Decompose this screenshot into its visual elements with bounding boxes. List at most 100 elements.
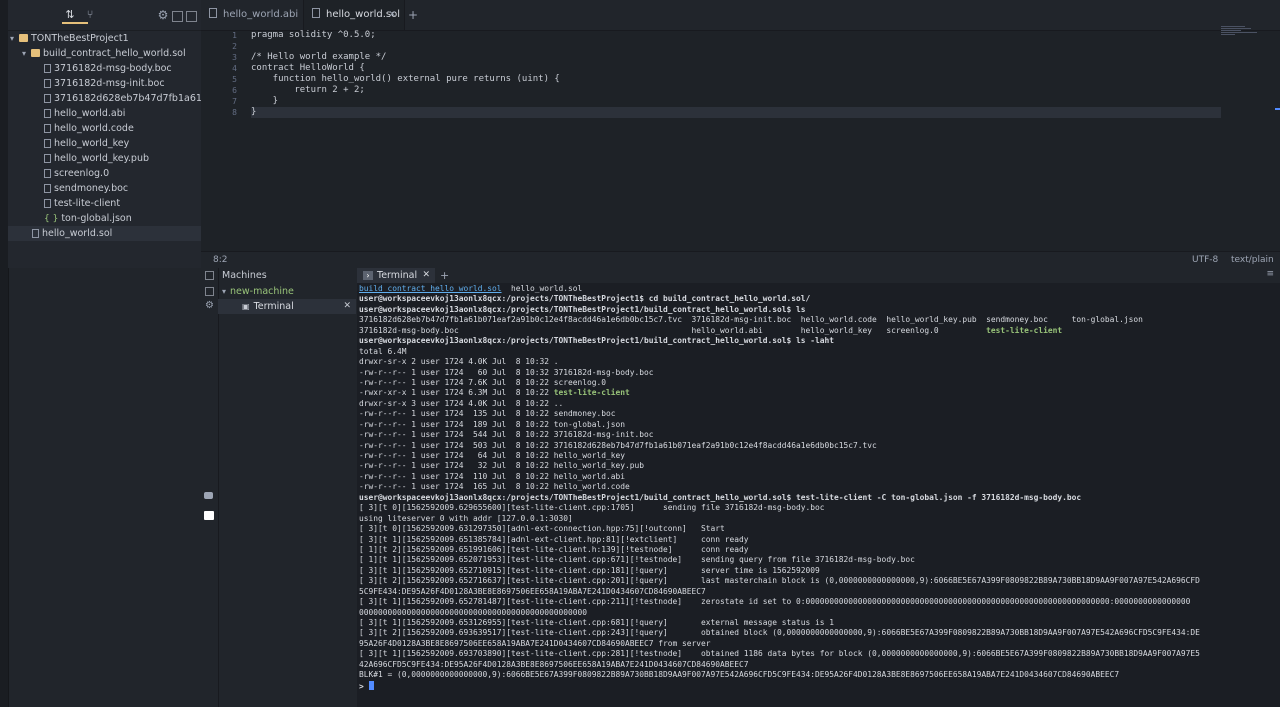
machine-item-new-machine[interactable]: ▾ new-machine [222,285,294,299]
gear-icon[interactable]: ⚙ [157,9,169,21]
terminal-text: -rwxr-xr-x 1 user 1724 6.3M Jul 8 10:22 [359,388,554,398]
terminal-text: -rw-r--r-- 1 user 1724 7.6K Jul 8 10:22 … [359,377,607,387]
tree-file[interactable]: hello_world.code [8,121,201,136]
terminal-text: user@workspaceevkoj13aonlx8qcx:/projects… [359,492,1082,502]
active-tool-indicator [62,22,88,24]
file-icon [312,8,320,18]
project-tree-icon[interactable]: ⇅ [64,9,76,21]
folder-icon [19,34,28,42]
terminal-line: user@workspaceevkoj13aonlx8qcx:/projects… [359,294,1200,304]
terminal-line: 42A696CFD5C9FE434:DE95A26F4D0128A3BE8E86… [359,660,1200,670]
tree-folder[interactable]: ▾ build_contract_hello_world.sol [8,46,201,61]
tab-hello-world-sol[interactable]: hello_world.sol ✕ [303,0,405,30]
chat-icon[interactable] [204,492,213,499]
maximize-icon[interactable] [186,11,197,22]
grammar-indicator[interactable]: text/plain [1231,252,1274,269]
machine-label: new-machine [230,286,294,297]
minimize-icon[interactable] [172,11,183,22]
code-area[interactable]: pragma solidity ^0.5.0; /* Hello world ex… [251,30,1221,118]
gear-icon[interactable]: ⚙ [205,300,214,311]
terminal-line: [ 3][t 1][1562592009.693703890][test-lit… [359,649,1200,659]
terminal-text: [ 1][t 1][1562592009.652071953][test-lit… [359,555,915,565]
terminal-text: -rw-r--r-- 1 user 1724 32 Jul 8 10:22 he… [359,461,645,471]
terminal-line: build_contract_hello_world.sol hello_wor… [359,284,1200,294]
terminal-label: Terminal [253,301,294,312]
notification-icon[interactable] [204,511,214,520]
tree-item-label: test-lite-client [54,198,121,209]
terminal-line: -rw-r--r-- 1 user 1724 189 Jul 8 10:22 t… [359,420,1200,430]
code-line: } [251,96,279,106]
tree-file[interactable]: { } ton-global.json [8,211,201,226]
terminal-text: user@workspaceevkoj13aonlx8qcx:/projects… [359,336,835,346]
encoding-indicator[interactable]: UTF-8 [1192,252,1218,269]
tree-file[interactable]: test-lite-client [8,196,201,211]
new-tab-button[interactable]: + [408,0,418,30]
terminal-line: -rwxr-xr-x 1 user 1724 6.3M Jul 8 10:22 … [359,388,1200,398]
tree-file[interactable]: hello_world.sol [8,226,201,241]
editor-status-bar: 8:2 UTF-8 text/plain [201,251,1280,269]
chevron-down-icon[interactable]: ▾ [22,46,31,61]
tree-file[interactable]: sendmoney.boc [8,181,201,196]
file-icon [209,8,217,18]
terminal-line: [ 3][t 1][1562592009.652781487][test-lit… [359,597,1200,607]
minimap[interactable] [1221,26,1277,38]
tab-terminal[interactable]: › Terminal ✕ [357,268,435,283]
terminal-line: [ 3][t 0][1562592009.629655600][test-lit… [359,503,1200,513]
terminal-line: -rw-r--r-- 1 user 1724 503 Jul 8 10:22 3… [359,441,1200,451]
tree-item-label: hello_world.sol [42,228,113,239]
tree-file[interactable]: 3716182d-msg-init.boc [8,76,201,91]
machines-panel: ⚙ Machines ▾ new-machine ▣ Terminal ✕ [201,268,358,707]
terminal-line: user@workspaceevkoj13aonlx8qcx:/projects… [359,305,1200,315]
terminal-line: -rw-r--r-- 1 user 1724 60 Jul 8 10:32 37… [359,368,1200,378]
terminal-line: -rw-r--r-- 1 user 1724 110 Jul 8 10:22 h… [359,472,1200,482]
terminal-text: [ 3][t 1][1562592009.653126955][test-lit… [359,618,835,627]
line-number: 2 [232,42,237,51]
cursor-position[interactable]: 8:2 [213,252,227,269]
close-icon[interactable]: ✕ [388,0,396,30]
close-icon[interactable]: ✕ [343,299,351,314]
tree-file[interactable]: hello_world_key.pub [8,151,201,166]
terminal-text: BLK#1 = (0,0000000000000000,9):6066BE5E6… [359,670,1120,680]
tree-file[interactable]: hello_world_key [8,136,201,151]
tree-file[interactable]: 3716182d628eb7b47d7fb1a61b071eaf2a91b0c1… [8,91,201,106]
tree-file[interactable]: screenlog.0 [8,166,201,181]
terminal-line: [ 3][t 0][1562592009.631297350][adnl-ext… [359,524,1200,534]
tree-item-label: sendmoney.boc [54,183,129,194]
terminal-line: [ 1][t 2][1562592009.651991606][test-lit… [359,545,1200,555]
tree-item-label: 3716182d628eb7b47d7fb1a61b071eaf2a91b0c1… [54,93,201,104]
terminal-text: 42A696CFD5C9FE434:DE95A26F4D0128A3BE8E86… [359,659,749,669]
code-line: /* Hello world example */ [251,52,387,62]
terminal-text: hello_world.sol [501,284,583,293]
git-branch-icon[interactable]: ⑂ [84,9,96,21]
tab-label: hello_world.abi [223,9,299,20]
tree-item-label: TONTheBestProject1 [31,33,129,44]
file-icon [44,94,51,103]
terminal-text: total 6.4M [359,346,407,356]
terminal-text: -rw-r--r-- 1 user 1724 64 Jul 8 10:22 he… [359,451,626,460]
terminal-lines: build_contract_hello_world.sol hello_wor… [359,284,1200,691]
terminal-text: [ 3][t 2][1562592009.693639517][test-lit… [359,628,1200,638]
close-icon[interactable]: ✕ [422,268,430,283]
panel-icon[interactable] [205,271,214,280]
chevron-down-icon[interactable]: ▾ [10,31,19,46]
terminal-icon: ▣ [242,302,250,311]
tree-file[interactable]: 3716182d-msg-body.boc [8,61,201,76]
file-icon [44,64,51,73]
terminal-text: [ 3][t 0][1562592009.629655600][test-lit… [359,503,825,513]
line-number: 1 [232,31,237,40]
terminal-text: > [359,681,369,691]
terminal-text: [ 3][t 1][1562592009.651385784][adnl-ext… [359,534,749,544]
tree-file[interactable]: hello_world.abi [8,106,201,121]
add-terminal-button[interactable]: + [440,268,449,283]
menu-icon[interactable]: ≡ [1266,269,1274,279]
tab-hello-world-abi[interactable]: hello_world.abi [201,0,303,30]
terminal-line: -rw-r--r-- 1 user 1724 64 Jul 8 10:22 he… [359,451,1200,461]
machine-terminal-item[interactable]: ▣ Terminal ✕ [218,299,356,314]
terminal-text: [ 3][t 2][1562592009.652716637][test-lit… [359,576,1200,586]
line-number: 5 [232,75,237,84]
terminal-cursor [368,680,374,690]
terminal-text: 3716182d-msg-body.boc hello_world.abi he… [359,325,987,335]
tree-folder[interactable]: ▾ TONTheBestProject1 [8,31,201,46]
terminal-output[interactable]: build_contract_hello_world.sol hello_wor… [357,283,1280,707]
panel-icon[interactable] [205,287,214,296]
